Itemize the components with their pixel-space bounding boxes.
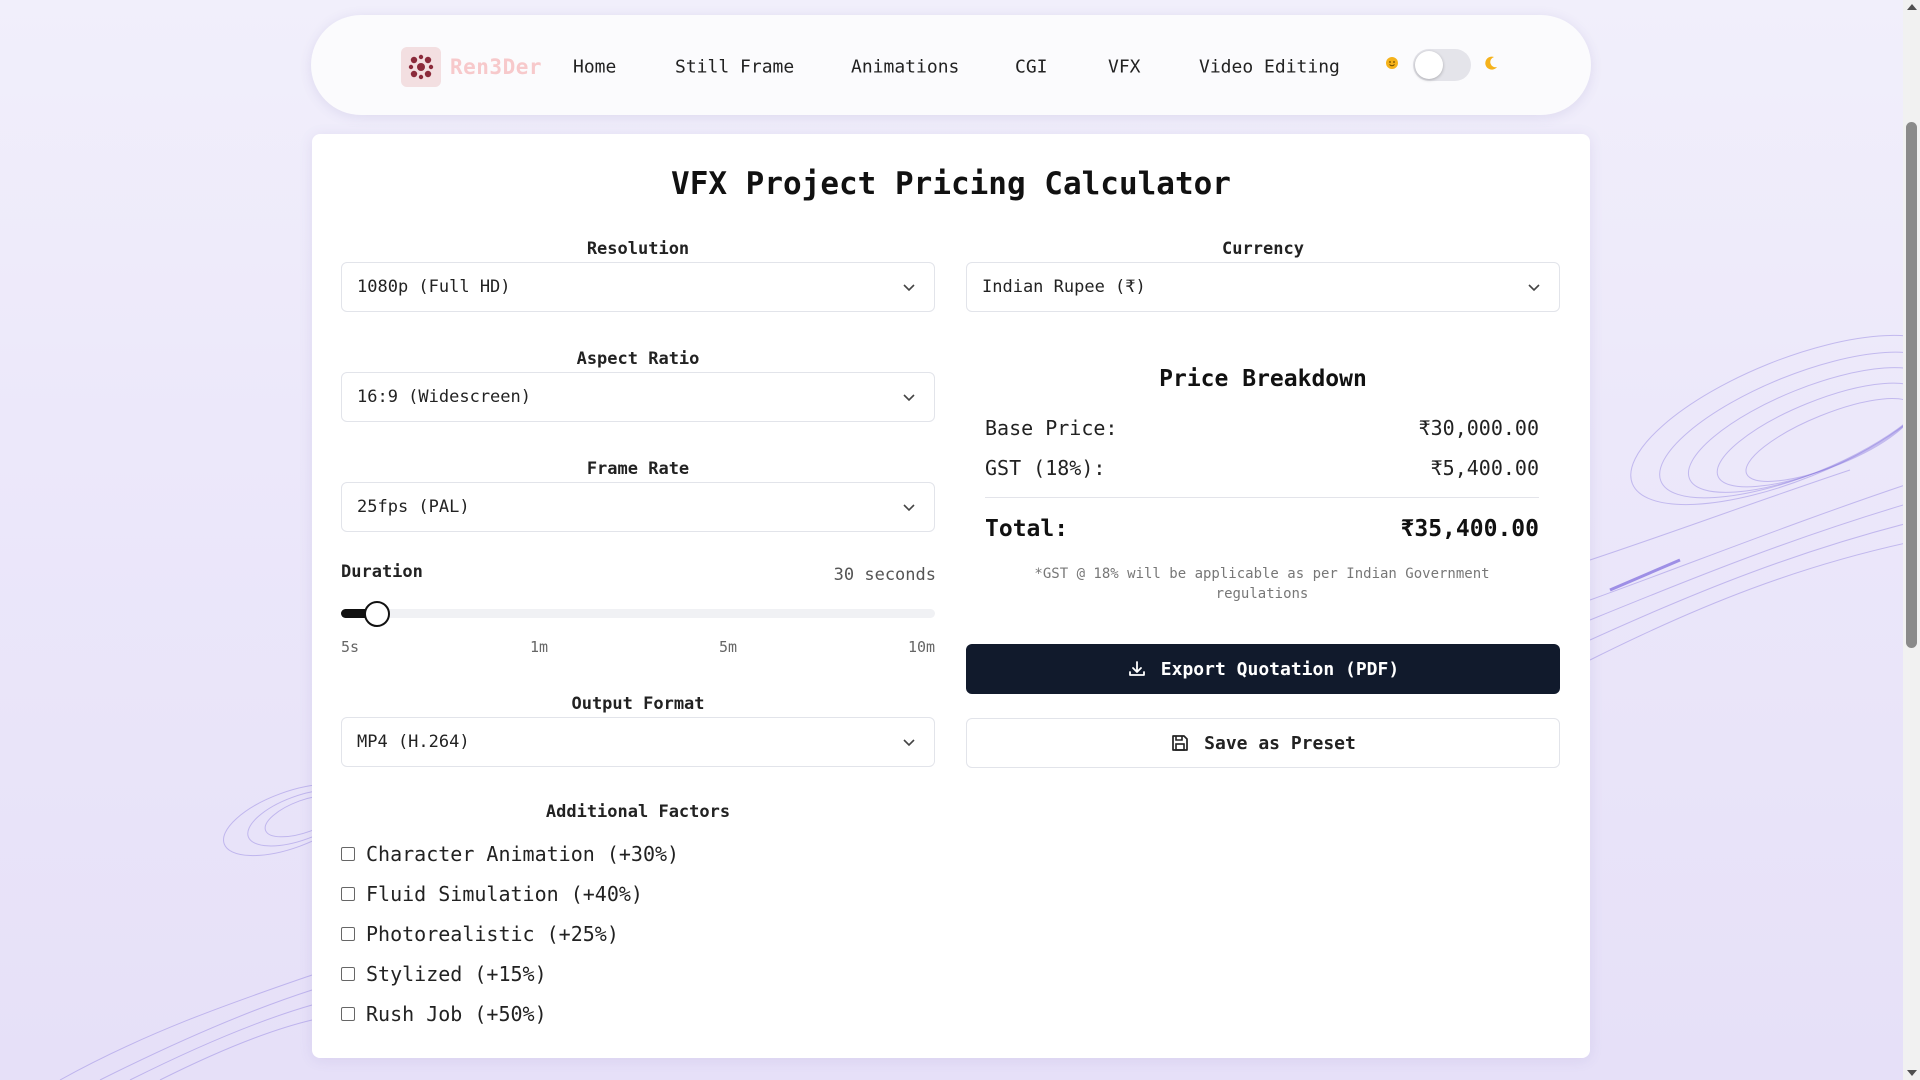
chevron-down-icon [903,284,915,292]
duration-label: Duration [341,562,423,582]
output-format-select[interactable]: MP4 (H.264) [341,717,935,767]
price-breakdown-title: Price Breakdown [1159,366,1367,392]
sun-icon [1384,55,1400,75]
save-icon [1172,735,1188,751]
moon-icon [1483,55,1499,75]
resolution-select[interactable]: 1080p (Full HD) [341,262,935,312]
frame-rate-value: 25fps (PAL) [357,497,470,517]
currency-value: Indian Rupee (₹) [982,277,1146,297]
checkbox[interactable] [341,847,355,861]
nav-link-home[interactable]: Home [573,57,616,78]
save-preset-label: Save as Preset [1204,732,1356,754]
additional-factors-title: Additional Factors [545,802,731,822]
gst-row: GST (18%): ₹5,400.00 [985,456,1539,480]
factor-fluid-simulation[interactable]: Fluid Simulation (+40%) [341,882,643,906]
factor-label: Rush Job (+50%) [366,1002,547,1026]
chevron-down-icon [903,394,915,402]
page-title: VFX Project Pricing Calculator [671,166,1231,202]
pricing-calculator-card: VFX Project Pricing Calculator Resolutio… [312,134,1590,1058]
base-price-label: Base Price: [985,416,1118,440]
theme-toggle-knob [1415,51,1443,79]
total-label: Total: [985,516,1069,542]
factor-character-animation[interactable]: Character Animation (+30%) [341,842,679,866]
divider [985,497,1539,498]
duration-tick: 5s [341,638,360,656]
nav-link-cgi[interactable]: CGI [1015,57,1048,78]
factor-label: Stylized (+15%) [366,962,547,986]
factor-label: Photorealistic (+25%) [366,922,619,946]
export-button-label: Export Quotation (PDF) [1160,658,1400,680]
resolution-label: Resolution [586,239,690,259]
factor-photorealistic[interactable]: Photorealistic (+25%) [341,922,619,946]
frame-rate-label: Frame Rate [586,459,690,479]
checkbox[interactable] [341,967,355,981]
factor-rush-job[interactable]: Rush Job (+50%) [341,1002,547,1026]
total-row: Total: ₹35,400.00 [985,516,1539,542]
currency-label: Currency [1222,239,1304,259]
download-icon [1128,661,1145,676]
factor-label: Character Animation (+30%) [366,842,680,866]
total-value: ₹35,400.00 [1400,516,1539,542]
aspect-ratio-value: 16:9 (Widescreen) [357,387,531,407]
base-price-value: ₹30,000.00 [1418,416,1539,440]
output-format-value: MP4 (H.264) [357,732,470,752]
brand-name: Ren3Der [450,55,543,79]
gst-label: GST (18%): [985,456,1106,480]
brand-logo-icon [401,47,441,87]
aspect-ratio-label: Aspect Ratio [576,349,700,369]
duration-slider-thumb[interactable] [364,601,390,627]
nav-link-vfx[interactable]: VFX [1108,57,1141,78]
chevron-down-icon [903,504,915,512]
theme-toggle[interactable] [1413,49,1471,81]
resolution-value: 1080p (Full HD) [357,277,511,297]
gst-note: *GST @ 18% will be applicable as per Ind… [1034,566,1490,602]
duration-tick: 10m [908,638,936,656]
output-format-label: Output Format [571,694,705,714]
export-quotation-button[interactable]: Export Quotation (PDF) [966,644,1560,694]
factor-stylized[interactable]: Stylized (+15%) [341,962,547,986]
base-price-row: Base Price: ₹30,000.00 [985,416,1539,440]
duration-tick: 1m [530,638,549,656]
gst-value: ₹5,400.00 [1430,456,1539,480]
checkbox[interactable] [341,1007,355,1021]
scrollbar-thumb[interactable] [1906,122,1917,648]
frame-rate-select[interactable]: 25fps (PAL) [341,482,935,532]
top-navbar: Ren3Der Home Still Frame Animations CGI … [311,15,1591,115]
brand[interactable]: Ren3Der [401,47,542,87]
chevron-down-icon [1528,284,1540,292]
aspect-ratio-select[interactable]: 16:9 (Widescreen) [341,372,935,422]
page-scrollbar[interactable] [1903,0,1920,1080]
duration-value: 30 seconds [833,565,936,585]
checkbox[interactable] [341,887,355,901]
currency-select[interactable]: Indian Rupee (₹) [966,262,1560,312]
duration-slider[interactable] [341,601,935,627]
nav-link-still-frame[interactable]: Still Frame [675,57,794,78]
nav-link-animations[interactable]: Animations [851,57,959,78]
scroll-down-arrow-icon[interactable] [1907,1070,1917,1076]
checkbox[interactable] [341,927,355,941]
save-preset-button[interactable]: Save as Preset [966,718,1560,768]
nav-link-video-editing[interactable]: Video Editing [1199,57,1340,78]
scroll-up-arrow-icon[interactable] [1907,4,1917,10]
factor-label: Fluid Simulation (+40%) [366,882,643,906]
chevron-down-icon [903,739,915,747]
duration-tick: 5m [719,638,738,656]
